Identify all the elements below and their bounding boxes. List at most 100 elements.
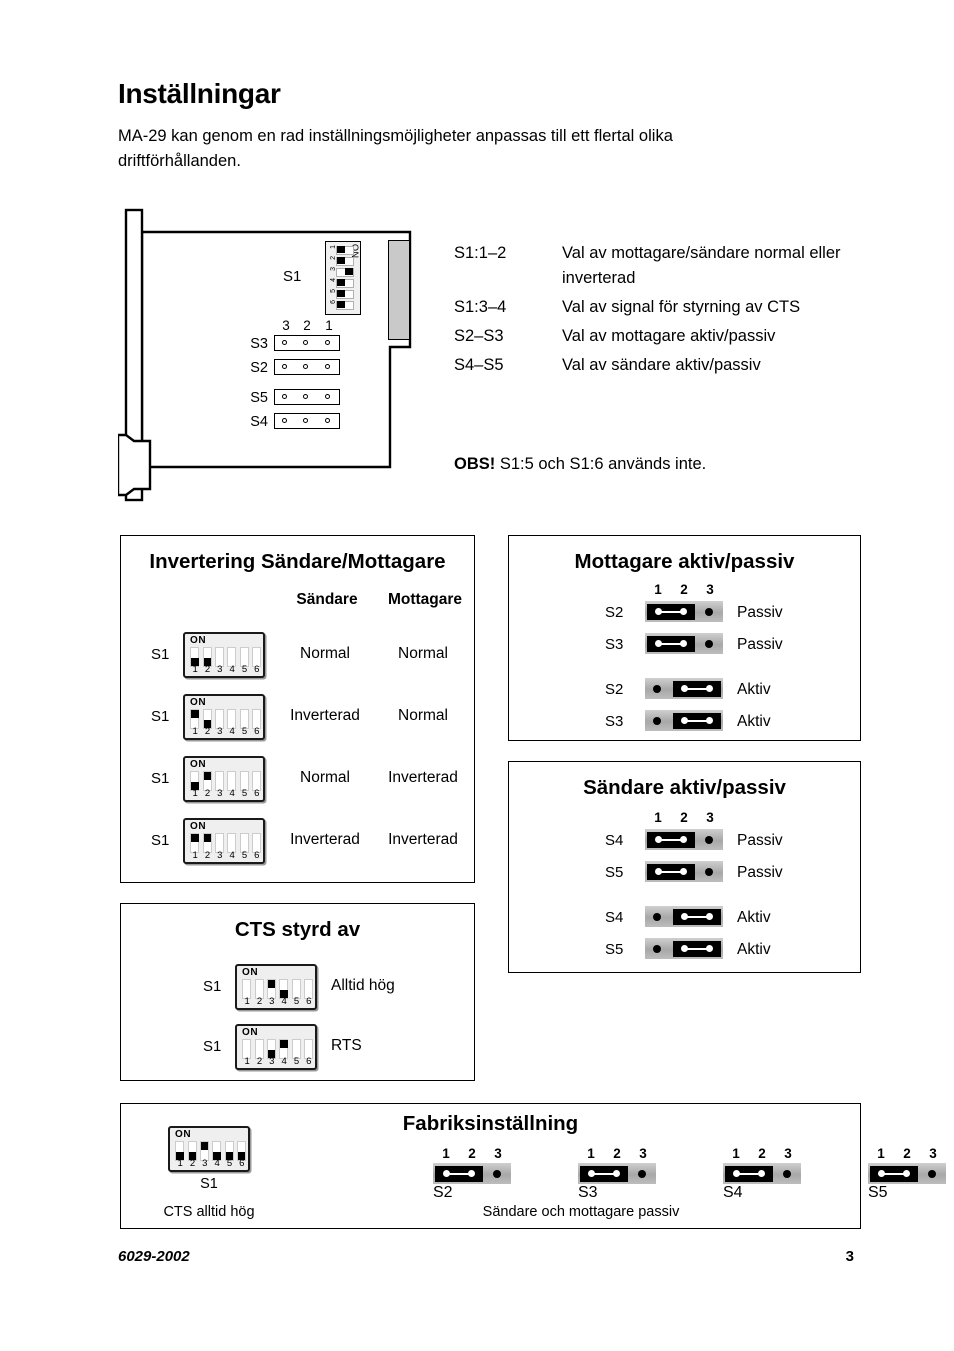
cts-row: S1 ON 1 2 3 4 5 6 bbox=[121, 1016, 474, 1076]
jumper-block[interactable] bbox=[645, 861, 723, 882]
dip-on-label: ON bbox=[190, 697, 207, 708]
jumper-holder bbox=[645, 829, 723, 850]
dip-number: 4 bbox=[281, 1056, 287, 1067]
dip-knob[interactable] bbox=[203, 771, 211, 781]
dip-switch-s1[interactable]: ON 1 2 3 4 5 6 bbox=[183, 694, 265, 740]
pin-number-2: 2 bbox=[468, 1146, 476, 1161]
jumper-cap-hole bbox=[679, 835, 688, 844]
jumper-cap[interactable] bbox=[647, 863, 695, 880]
jumper-block[interactable] bbox=[433, 1163, 511, 1184]
jumper-cap-hole bbox=[705, 716, 714, 725]
switch-label: S1 bbox=[203, 978, 222, 995]
jumper-block[interactable] bbox=[868, 1163, 946, 1184]
jumper-block[interactable] bbox=[645, 906, 723, 927]
dip-switch-s1[interactable]: ON 1 2 3 4 5 6 bbox=[235, 964, 317, 1010]
dip-number-row: 1 2 3 4 5 6 bbox=[189, 851, 263, 861]
invertering-row: S1 ON 1 2 3 4 5 6 bbox=[121, 748, 474, 810]
jumper-block[interactable] bbox=[645, 678, 723, 699]
dip-number: 5 bbox=[293, 1056, 300, 1067]
board-jumper-block-s3[interactable] bbox=[274, 335, 340, 351]
dip-switch-row bbox=[174, 1141, 248, 1161]
factory-jumper-label: S5 bbox=[868, 1184, 888, 1201]
jumper-block[interactable] bbox=[645, 601, 723, 622]
value-sandare: Normal bbox=[300, 769, 350, 786]
board-dip-switch-s1[interactable]: ON 1 2 3 4 5 6 bbox=[325, 241, 361, 315]
dip-number: 5 bbox=[241, 850, 248, 861]
jumper-block[interactable] bbox=[578, 1163, 656, 1184]
dip-switch-s1[interactable]: ON 1 2 3 4 5 6 bbox=[183, 756, 265, 802]
jumper-pin-3 bbox=[705, 835, 713, 844]
board-dip-knob[interactable] bbox=[337, 257, 345, 264]
dip-switch-row bbox=[189, 833, 263, 853]
footer-document-code: 6029-2002 bbox=[118, 1248, 190, 1265]
dip-number: 3 bbox=[217, 850, 223, 861]
pin-number-1: 1 bbox=[654, 810, 662, 825]
dip-holder: ON 1 2 3 4 5 6 bbox=[235, 964, 317, 1010]
jumper-pin bbox=[282, 418, 287, 424]
jumper-pin-3 bbox=[928, 1169, 936, 1178]
panel-cts: CTS styrd av S1 ON 1 2 3 4 5 6 Alltid hö… bbox=[120, 903, 475, 1081]
board-jumper-block-s4[interactable] bbox=[274, 413, 340, 429]
value-sandare: Normal bbox=[300, 645, 350, 662]
dip-switch-s1[interactable]: ON 1 2 3 4 5 6 bbox=[183, 632, 265, 678]
jumper-block[interactable] bbox=[645, 938, 723, 959]
pin-number-2: 2 bbox=[903, 1146, 911, 1161]
jumper-cap-hole bbox=[442, 1169, 451, 1178]
dip-number: 6 bbox=[306, 996, 312, 1007]
jumper-cap[interactable] bbox=[647, 603, 695, 620]
dip-knob[interactable] bbox=[191, 709, 199, 719]
jumper-cap[interactable] bbox=[725, 1165, 773, 1182]
jumper-cap[interactable] bbox=[870, 1165, 918, 1182]
board-dip-knob[interactable] bbox=[345, 268, 353, 275]
dip-knob[interactable] bbox=[200, 1141, 209, 1151]
jumper-cap[interactable] bbox=[673, 940, 721, 957]
jumper-pin-3 bbox=[493, 1169, 501, 1178]
page-title: Inställningar bbox=[118, 78, 281, 109]
jumper-pin-3 bbox=[705, 607, 713, 616]
jumper-cap[interactable] bbox=[435, 1165, 483, 1182]
dip-knob[interactable] bbox=[280, 1039, 288, 1049]
board-s1-label: S1 bbox=[283, 268, 302, 285]
dip-knob[interactable] bbox=[203, 833, 211, 843]
dip-switch-s1[interactable]: ON 1 2 3 4 5 6 bbox=[235, 1024, 317, 1070]
jumper-pin-3 bbox=[783, 1169, 791, 1178]
dip-switch-s1[interactable]: ON 1 2 3 4 5 6 bbox=[183, 818, 265, 864]
jumper-cap[interactable] bbox=[580, 1165, 628, 1182]
jumper-block[interactable] bbox=[723, 1163, 801, 1184]
jumper-cap-hole bbox=[679, 867, 688, 876]
board-dip-knob[interactable] bbox=[337, 279, 345, 286]
dip-number: 2 bbox=[204, 726, 211, 737]
dip-switch-row bbox=[241, 979, 315, 999]
dip-knob[interactable] bbox=[191, 833, 199, 843]
dip-number: 3 bbox=[269, 1056, 275, 1067]
jumper-label: S5 bbox=[605, 864, 624, 881]
jumper-pin bbox=[282, 394, 287, 400]
jumper-block[interactable] bbox=[645, 710, 723, 731]
board-jumper-block-s2[interactable] bbox=[274, 359, 340, 375]
jumper-label: S5 bbox=[605, 941, 624, 958]
dip-switch-s1[interactable]: ON 1 2 3 4 5 6 bbox=[168, 1126, 250, 1172]
jumper-cap-hole bbox=[680, 684, 689, 693]
board-jumper-label-s3: S3 bbox=[250, 336, 268, 352]
dip-knob[interactable] bbox=[267, 979, 276, 989]
jumper-row: S3 Passiv bbox=[509, 631, 860, 661]
panel-mottagare: Mottagare aktiv/passiv 1 2 3 S2 Passiv S… bbox=[508, 535, 861, 741]
factory-s1-label: S1 bbox=[200, 1176, 218, 1192]
board-dip-knob[interactable] bbox=[337, 246, 345, 253]
board-dip-knob[interactable] bbox=[337, 301, 345, 308]
jumper-block[interactable] bbox=[645, 633, 723, 654]
jumper-cap[interactable] bbox=[673, 680, 721, 697]
jumper-cap[interactable] bbox=[673, 908, 721, 925]
jumper-pin-3 bbox=[638, 1169, 646, 1178]
jumper-cap-hole bbox=[757, 1169, 766, 1178]
jumper-cap[interactable] bbox=[647, 635, 695, 652]
dip-number: 6 bbox=[254, 850, 260, 861]
switch-label: S1 bbox=[151, 708, 170, 725]
jumper-pin bbox=[303, 418, 308, 424]
jumper-cap[interactable] bbox=[673, 712, 721, 729]
board-dip-knob[interactable] bbox=[337, 290, 345, 297]
board-jumper-block-s5[interactable] bbox=[274, 389, 340, 405]
jumper-cap[interactable] bbox=[647, 831, 695, 848]
pin-number-1: 1 bbox=[587, 1146, 595, 1161]
jumper-block[interactable] bbox=[645, 829, 723, 850]
